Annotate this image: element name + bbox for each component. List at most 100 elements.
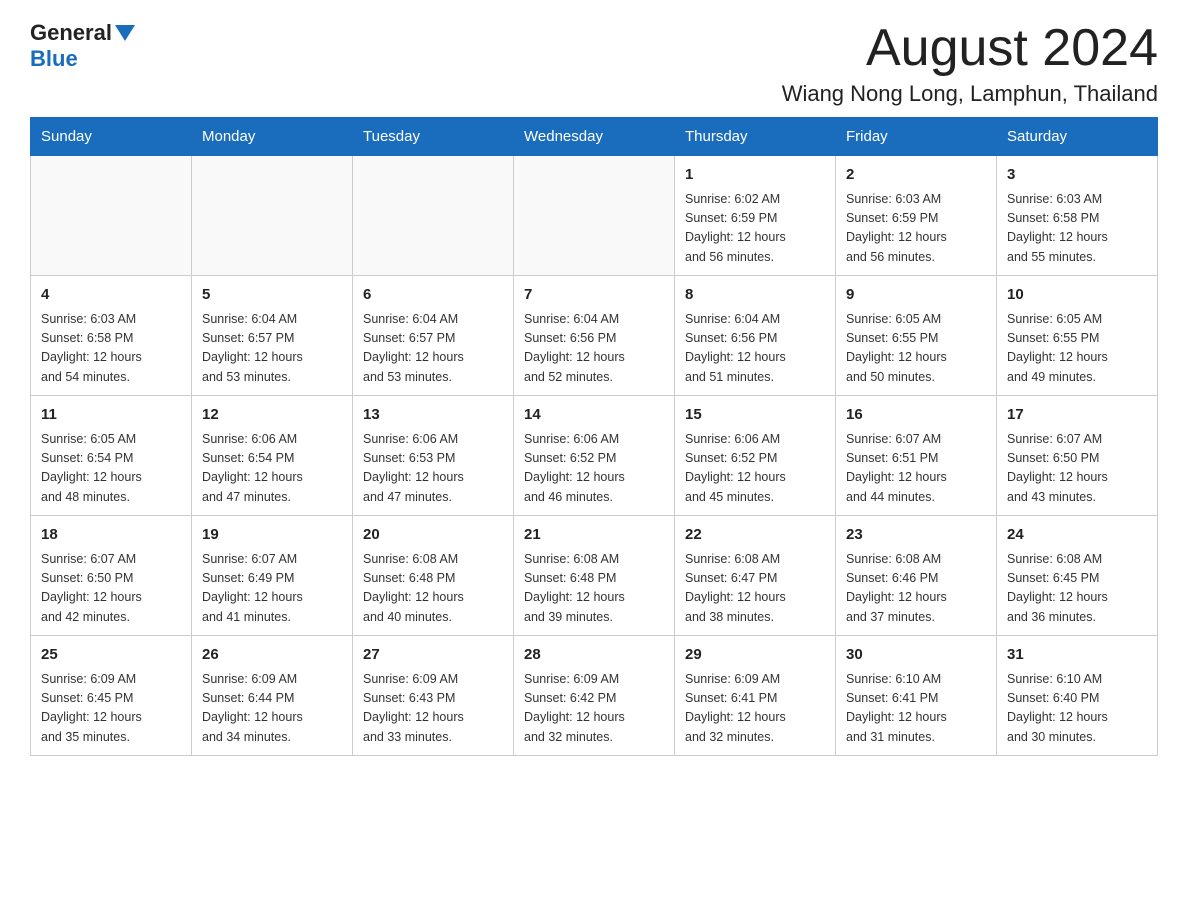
week-row-4: 18 Sunrise: 6:07 AM Sunset: 6:50 PM Dayli… — [31, 516, 1158, 636]
day-info: Sunrise: 6:08 AM Sunset: 6:46 PM Dayligh… — [846, 550, 986, 628]
calendar-cell: 29 Sunrise: 6:09 AM Sunset: 6:41 PM Dayli… — [675, 636, 836, 756]
calendar-cell — [192, 156, 353, 276]
day-number: 18 — [41, 524, 181, 547]
day-header-row: SundayMondayTuesdayWednesdayThursdayFrid… — [31, 118, 1158, 156]
week-row-1: 1 Sunrise: 6:02 AM Sunset: 6:59 PM Daylig… — [31, 156, 1158, 276]
calendar-cell: 31 Sunrise: 6:10 AM Sunset: 6:40 PM Dayli… — [997, 636, 1158, 756]
day-number: 4 — [41, 284, 181, 307]
day-number: 22 — [685, 524, 825, 547]
calendar-cell: 16Sunrise: 6:07 AM Sunset: 6:51 PM Dayli… — [836, 396, 997, 516]
logo-blue-text: Blue — [30, 46, 78, 72]
day-number: 5 — [202, 284, 342, 307]
day-info: Sunrise: 6:08 AM Sunset: 6:48 PM Dayligh… — [524, 550, 664, 628]
calendar-cell: 15 Sunrise: 6:06 AM Sunset: 6:52 PM Dayli… — [675, 396, 836, 516]
calendar-cell: 2 Sunrise: 6:03 AM Sunset: 6:59 PM Daylig… — [836, 156, 997, 276]
day-number: 14 — [524, 404, 664, 427]
day-info: Sunrise: 6:04 AM Sunset: 6:57 PM Dayligh… — [363, 310, 503, 388]
logo: General Blue — [30, 20, 138, 72]
calendar-cell — [353, 156, 514, 276]
calendar-cell: 26Sunrise: 6:09 AM Sunset: 6:44 PM Dayli… — [192, 636, 353, 756]
day-info: Sunrise: 6:06 AM Sunset: 6:52 PM Dayligh… — [524, 430, 664, 508]
calendar-cell: 6 Sunrise: 6:04 AM Sunset: 6:57 PM Daylig… — [353, 276, 514, 396]
calendar-cell: 18 Sunrise: 6:07 AM Sunset: 6:50 PM Dayli… — [31, 516, 192, 636]
week-row-3: 11Sunrise: 6:05 AM Sunset: 6:54 PM Dayli… — [31, 396, 1158, 516]
day-info: Sunrise: 6:08 AM Sunset: 6:48 PM Dayligh… — [363, 550, 503, 628]
calendar-cell: 7 Sunrise: 6:04 AM Sunset: 6:56 PM Daylig… — [514, 276, 675, 396]
calendar-cell: 25 Sunrise: 6:09 AM Sunset: 6:45 PM Dayli… — [31, 636, 192, 756]
calendar-cell — [31, 156, 192, 276]
calendar-cell: 8 Sunrise: 6:04 AM Sunset: 6:56 PM Daylig… — [675, 276, 836, 396]
day-info: Sunrise: 6:04 AM Sunset: 6:56 PM Dayligh… — [524, 310, 664, 388]
day-number: 30 — [846, 644, 986, 667]
day-header-friday: Friday — [836, 118, 997, 156]
calendar-cell: 23 Sunrise: 6:08 AM Sunset: 6:46 PM Dayli… — [836, 516, 997, 636]
day-info: Sunrise: 6:06 AM Sunset: 6:52 PM Dayligh… — [685, 430, 825, 508]
location-title: Wiang Nong Long, Lamphun, Thailand — [782, 81, 1158, 107]
title-block: August 2024 Wiang Nong Long, Lamphun, Th… — [782, 20, 1158, 107]
day-number: 15 — [685, 404, 825, 427]
day-info: Sunrise: 6:08 AM Sunset: 6:47 PM Dayligh… — [685, 550, 825, 628]
day-number: 21 — [524, 524, 664, 547]
day-number: 12 — [202, 404, 342, 427]
day-number: 23 — [846, 524, 986, 547]
calendar-cell: 12 Sunrise: 6:06 AM Sunset: 6:54 PM Dayli… — [192, 396, 353, 516]
day-info: Sunrise: 6:09 AM Sunset: 6:41 PM Dayligh… — [685, 670, 825, 748]
day-number: 28 — [524, 644, 664, 667]
day-number: 24 — [1007, 524, 1147, 547]
calendar-cell: 22 Sunrise: 6:08 AM Sunset: 6:47 PM Dayli… — [675, 516, 836, 636]
day-number: 29 — [685, 644, 825, 667]
day-info: Sunrise: 6:10 AM Sunset: 6:41 PM Dayligh… — [846, 670, 986, 748]
calendar-cell: 28 Sunrise: 6:09 AM Sunset: 6:42 PM Dayli… — [514, 636, 675, 756]
logo-general-text: General — [30, 20, 112, 46]
day-info: Sunrise: 6:07 AM Sunset: 6:49 PM Dayligh… — [202, 550, 342, 628]
day-info: Sunrise: 6:10 AM Sunset: 6:40 PM Dayligh… — [1007, 670, 1147, 748]
day-header-monday: Monday — [192, 118, 353, 156]
calendar-cell: 10Sunrise: 6:05 AM Sunset: 6:55 PM Dayli… — [997, 276, 1158, 396]
week-row-5: 25 Sunrise: 6:09 AM Sunset: 6:45 PM Dayli… — [31, 636, 1158, 756]
calendar-cell — [514, 156, 675, 276]
day-info: Sunrise: 6:03 AM Sunset: 6:58 PM Dayligh… — [41, 310, 181, 388]
day-info: Sunrise: 6:03 AM Sunset: 6:59 PM Dayligh… — [846, 190, 986, 268]
calendar-cell: 5 Sunrise: 6:04 AM Sunset: 6:57 PM Daylig… — [192, 276, 353, 396]
day-number: 1 — [685, 164, 825, 187]
day-info: Sunrise: 6:05 AM Sunset: 6:55 PM Dayligh… — [846, 310, 986, 388]
calendar-cell: 1 Sunrise: 6:02 AM Sunset: 6:59 PM Daylig… — [675, 156, 836, 276]
day-info: Sunrise: 6:02 AM Sunset: 6:59 PM Dayligh… — [685, 190, 825, 268]
day-info: Sunrise: 6:04 AM Sunset: 6:57 PM Dayligh… — [202, 310, 342, 388]
day-number: 31 — [1007, 644, 1147, 667]
day-header-tuesday: Tuesday — [353, 118, 514, 156]
day-number: 7 — [524, 284, 664, 307]
calendar-cell: 20Sunrise: 6:08 AM Sunset: 6:48 PM Dayli… — [353, 516, 514, 636]
day-info: Sunrise: 6:07 AM Sunset: 6:50 PM Dayligh… — [41, 550, 181, 628]
day-number: 8 — [685, 284, 825, 307]
calendar-cell: 11Sunrise: 6:05 AM Sunset: 6:54 PM Dayli… — [31, 396, 192, 516]
logo-triangle-icon — [115, 25, 135, 41]
day-info: Sunrise: 6:07 AM Sunset: 6:50 PM Dayligh… — [1007, 430, 1147, 508]
week-row-2: 4 Sunrise: 6:03 AM Sunset: 6:58 PM Daylig… — [31, 276, 1158, 396]
day-number: 17 — [1007, 404, 1147, 427]
day-number: 6 — [363, 284, 503, 307]
day-number: 25 — [41, 644, 181, 667]
day-number: 9 — [846, 284, 986, 307]
day-header-wednesday: Wednesday — [514, 118, 675, 156]
day-info: Sunrise: 6:05 AM Sunset: 6:54 PM Dayligh… — [41, 430, 181, 508]
day-number: 19 — [202, 524, 342, 547]
page-header: General Blue August 2024 Wiang Nong Long… — [30, 20, 1158, 107]
day-info: Sunrise: 6:07 AM Sunset: 6:51 PM Dayligh… — [846, 430, 986, 508]
calendar-cell: 9 Sunrise: 6:05 AM Sunset: 6:55 PM Daylig… — [836, 276, 997, 396]
day-info: Sunrise: 6:09 AM Sunset: 6:42 PM Dayligh… — [524, 670, 664, 748]
day-number: 2 — [846, 164, 986, 187]
day-info: Sunrise: 6:06 AM Sunset: 6:54 PM Dayligh… — [202, 430, 342, 508]
day-info: Sunrise: 6:09 AM Sunset: 6:43 PM Dayligh… — [363, 670, 503, 748]
day-info: Sunrise: 6:05 AM Sunset: 6:55 PM Dayligh… — [1007, 310, 1147, 388]
day-info: Sunrise: 6:08 AM Sunset: 6:45 PM Dayligh… — [1007, 550, 1147, 628]
day-number: 3 — [1007, 164, 1147, 187]
day-number: 27 — [363, 644, 503, 667]
calendar-cell: 17 Sunrise: 6:07 AM Sunset: 6:50 PM Dayli… — [997, 396, 1158, 516]
calendar-cell: 24 Sunrise: 6:08 AM Sunset: 6:45 PM Dayli… — [997, 516, 1158, 636]
calendar-cell: 3Sunrise: 6:03 AM Sunset: 6:58 PM Daylig… — [997, 156, 1158, 276]
day-info: Sunrise: 6:09 AM Sunset: 6:45 PM Dayligh… — [41, 670, 181, 748]
day-info: Sunrise: 6:04 AM Sunset: 6:56 PM Dayligh… — [685, 310, 825, 388]
calendar-cell: 21 Sunrise: 6:08 AM Sunset: 6:48 PM Dayli… — [514, 516, 675, 636]
day-number: 13 — [363, 404, 503, 427]
